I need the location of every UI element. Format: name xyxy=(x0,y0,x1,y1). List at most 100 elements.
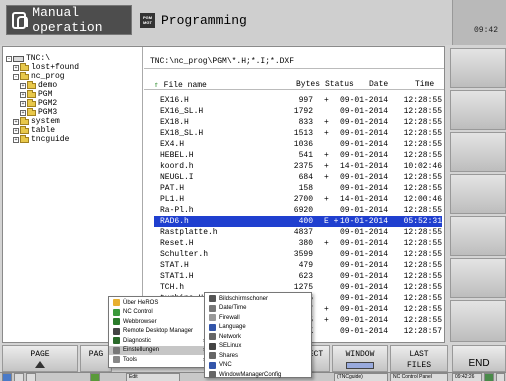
file-row[interactable]: STAT.H 479 09-01-2014 12:28:55 xyxy=(154,260,442,271)
file-row[interactable]: Rastplatte.h 4837 09-01-2014 12:28:55 xyxy=(154,227,442,238)
mode-manual-label: Manual operation xyxy=(32,5,103,35)
menu-item[interactable]: Einstellungen› xyxy=(109,345,208,355)
tree-item-folder[interactable]: + demo xyxy=(20,80,57,90)
expand-icon[interactable]: + xyxy=(20,100,26,107)
expand-icon[interactable]: + xyxy=(20,109,26,116)
file-date: 09-01-2014 xyxy=(340,272,389,281)
last-files-softkey[interactable]: LAST FILES xyxy=(390,345,448,372)
expand-icon[interactable]: + xyxy=(20,82,26,89)
side-softkey[interactable] xyxy=(450,300,506,342)
file-bytes: 400 xyxy=(298,217,313,226)
file-bytes: 2375 xyxy=(293,162,313,171)
menu-item[interactable]: WindowManagerConfig xyxy=(205,370,311,379)
file-row[interactable]: Schulter.h 3599 09-01-2014 12:28:55 xyxy=(154,249,442,260)
file-row[interactable]: PL1.H 2700 +14-01-2014 12:00:46 xyxy=(154,194,442,205)
window-softkey[interactable]: WINDOW xyxy=(332,345,388,372)
side-softkey[interactable] xyxy=(450,90,506,130)
file-row[interactable]: PAT.H 158 09-01-2014 12:28:55 xyxy=(154,183,442,194)
file-bytes: 623 xyxy=(298,272,313,281)
menu-item[interactable]: Network xyxy=(205,332,311,341)
expand-icon[interactable]: + xyxy=(13,127,19,134)
file-row[interactable]: NEUGL.I 684 +09-01-2014 12:28:55 xyxy=(154,172,442,183)
file-time: 12:28:55 xyxy=(403,250,442,259)
col-date[interactable]: Date xyxy=(369,80,388,89)
menu-item[interactable]: VNC xyxy=(205,361,311,370)
menu-item[interactable]: Shares xyxy=(205,351,311,360)
col-file-name[interactable]: ⇑ File name xyxy=(154,80,207,90)
window-manager-icon xyxy=(209,371,216,378)
collapse-icon[interactable]: - xyxy=(6,55,12,62)
side-softkey[interactable] xyxy=(450,174,506,214)
tree-item-folder[interactable]: + PGM2 xyxy=(20,98,58,108)
menu-item-label: Date/Time xyxy=(219,305,247,311)
expand-icon[interactable]: + xyxy=(20,91,26,98)
col-time[interactable]: Time xyxy=(415,80,434,89)
file-date: 09-01-2014 xyxy=(340,107,389,116)
tree-item-folder[interactable]: - nc_prog xyxy=(13,71,65,81)
side-softkey[interactable] xyxy=(450,132,506,172)
end-softkey[interactable]: END xyxy=(452,345,506,372)
collapse-icon[interactable]: - xyxy=(13,73,19,80)
file-row[interactable]: koord.h 2375 +14-01-2014 10:02:46 xyxy=(154,161,442,172)
file-status: + xyxy=(324,316,329,325)
menu-item[interactable]: Bildschirmschoner xyxy=(205,294,311,303)
menu-item[interactable]: NC Control xyxy=(109,308,208,317)
file-time: 12:28:55 xyxy=(403,272,442,281)
side-softkey[interactable] xyxy=(450,48,506,88)
file-row[interactable]: HEBEL.H 541 +09-01-2014 12:28:55 xyxy=(154,150,442,161)
tree-item-label: tncguide xyxy=(31,135,70,144)
side-softkey[interactable] xyxy=(450,258,506,298)
expand-icon[interactable]: + xyxy=(13,118,19,125)
file-time: 12:28:55 xyxy=(403,206,442,215)
tree-item-folder[interactable]: + tncguide xyxy=(13,134,70,144)
menu-item[interactable]: Date/Time xyxy=(205,304,311,313)
file-row[interactable]: RAD6.h 400 E +10-01-2014 05:52:31 xyxy=(154,216,442,227)
vnc-icon xyxy=(209,361,216,369)
col-status[interactable]: Status xyxy=(325,80,354,89)
file-time: 12:28:55 xyxy=(403,228,442,237)
menu-item[interactable]: Diagnostic› xyxy=(109,336,208,345)
file-row[interactable]: Reset.H 380 +09-01-2014 12:28:55 xyxy=(154,238,442,249)
menu-item[interactable]: Language xyxy=(205,323,311,332)
menu-item[interactable]: Firewall xyxy=(205,313,311,322)
tray-icon[interactable] xyxy=(496,373,505,381)
menu-item[interactable]: Über HeROS xyxy=(109,298,208,307)
mode-programming[interactable]: PGM MGT Programming xyxy=(138,5,444,35)
file-row[interactable]: EX16.H 997 +09-01-2014 12:28:55 xyxy=(154,95,442,106)
expand-icon[interactable]: + xyxy=(13,64,19,71)
menu-item[interactable]: Webbrowser xyxy=(109,317,208,326)
taskbar-app-icon[interactable] xyxy=(90,373,100,381)
tray-icon[interactable] xyxy=(484,373,494,381)
start-menu-icon[interactable] xyxy=(2,373,12,381)
file-time: 05:52:31 xyxy=(403,217,442,226)
file-row[interactable]: EX4.H 1036 09-01-2014 12:28:55 xyxy=(154,139,442,150)
file-bytes: 1513 xyxy=(293,129,313,138)
file-name: RAD6.h xyxy=(160,217,189,226)
taskbar-tncguide[interactable]: (TNCguide) xyxy=(334,373,388,381)
file-row[interactable]: STAT1.H 623 09-01-2014 12:28:55 xyxy=(154,271,442,282)
file-row[interactable]: Ra-Pl.h 6920 09-01-2014 12:28:55 xyxy=(154,205,442,216)
tree-item-label: PGM2 xyxy=(38,99,58,108)
tree-item-folder[interactable]: + PGM xyxy=(20,89,52,99)
menu-item-label: WindowManagerConfig xyxy=(219,371,282,378)
shares-icon xyxy=(209,352,216,359)
col-bytes[interactable]: Bytes xyxy=(296,80,320,89)
tree-item-drive[interactable]: - TNC:\ xyxy=(6,54,50,63)
menu-item[interactable]: Tools› xyxy=(109,355,208,364)
side-softkey[interactable] xyxy=(450,216,506,256)
expand-icon[interactable]: + xyxy=(13,136,19,143)
taskbar-edit[interactable]: Edit xyxy=(126,373,180,381)
taskbar-app-icon[interactable] xyxy=(14,373,24,381)
menu-item[interactable]: Remote Desktop Manager xyxy=(109,327,208,336)
page-up-softkey[interactable]: PAGE xyxy=(2,345,78,372)
mode-manual-operation[interactable]: Manual operation xyxy=(6,5,132,35)
menu-item[interactable]: SELinux xyxy=(205,342,311,351)
taskbar-nc-control-panel[interactable]: NC Control Panel xyxy=(390,373,448,381)
file-row[interactable]: EX18.H 833 +09-01-2014 12:28:55 xyxy=(154,117,442,128)
menu-item-label: Shares xyxy=(219,352,239,359)
file-row[interactable]: EX16_SL.H 1792 09-01-2014 12:28:55 xyxy=(154,106,442,117)
taskbar-app-icon[interactable] xyxy=(26,373,36,381)
file-row[interactable]: EX18_SL.H 1513 +09-01-2014 12:28:55 xyxy=(154,128,442,139)
file-time: 12:28:55 xyxy=(403,118,442,127)
file-name: HEBEL.H xyxy=(160,151,194,160)
